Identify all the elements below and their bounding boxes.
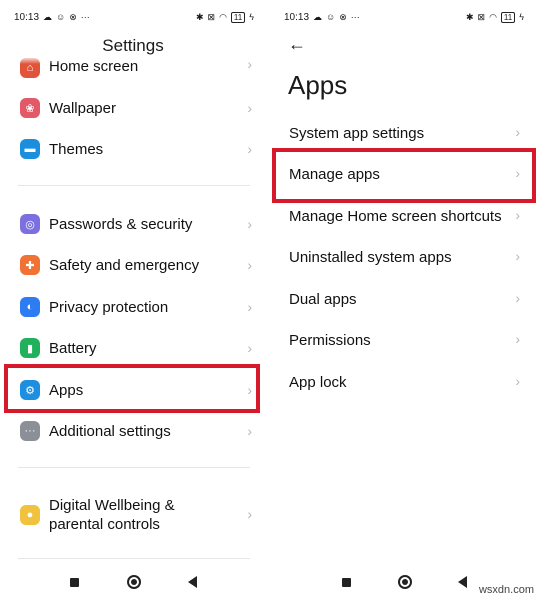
wifi-icon: ◠: [489, 11, 497, 22]
settings-item-label: Privacy protection: [49, 298, 169, 316]
clock: 10:13: [14, 11, 40, 23]
apps-item-label: System app settings: [289, 125, 425, 142]
settings-item-themes[interactable]: ▬ Themes ›: [0, 129, 266, 169]
chevron-right-icon: ›: [247, 506, 252, 522]
home-button[interactable]: [127, 575, 141, 589]
chevron-right-icon: ›: [247, 423, 252, 439]
highlight-box-manage-apps: [272, 148, 536, 203]
divider: [18, 558, 250, 559]
wellbeing-icon: ●: [20, 505, 40, 525]
charging-icon: ϟ: [249, 12, 254, 22]
settings-item-label: Safety and emergency: [49, 256, 200, 274]
settings-item-label: Themes: [49, 140, 104, 158]
settings-item-label: Wallpaper: [49, 99, 116, 117]
settings-item-label: Digital Wellbeing & parental controls: [49, 496, 175, 534]
charging-icon: ϟ: [519, 12, 524, 22]
wallpaper-icon: ❀: [20, 98, 40, 118]
chevron-right-icon: ›: [247, 299, 252, 315]
more-notifications-icon: ···: [80, 12, 90, 22]
settings-item-digital-wellbeing[interactable]: ● Digital Wellbeing & parental controls …: [0, 494, 266, 536]
chevron-right-icon: ›: [247, 216, 252, 232]
settings-item-additional-settings[interactable]: ··· Additional settings ›: [0, 411, 266, 451]
apps-item-label: Dual apps: [289, 291, 357, 308]
settings-item-passwords-security[interactable]: ◎ Passwords & security ›: [0, 204, 266, 244]
settings-item-privacy-protection[interactable]: ◐ Privacy protection ›: [0, 287, 266, 327]
back-button[interactable]: [458, 576, 467, 588]
back-button[interactable]: [188, 576, 197, 588]
clock: 10:13: [284, 11, 310, 23]
settings-screen: 10:13 ☁ ☺ ⊗ ··· ✱ ⊠ ◠ 11 ϟ Settings ⌂ Ho…: [0, 0, 266, 600]
apps-item-manage-home-screen-shortcuts[interactable]: Manage Home screen shortcuts ›: [270, 197, 536, 237]
settings-item-battery[interactable]: ▮ Battery ›: [0, 328, 266, 368]
settings-item-label: Additional settings: [49, 422, 171, 440]
home-dot-icon: [402, 579, 408, 585]
notification-icon: ☺: [326, 12, 336, 22]
settings-item-label: Battery: [49, 339, 97, 357]
back-arrow-icon[interactable]: ←: [288, 34, 306, 55]
bluetooth-icon: ✱: [195, 11, 204, 22]
settings-item-label-line2: parental controls: [49, 516, 160, 533]
apps-screen: 10:13 ☁ ☺ ⊗ ··· ✱ ⊠ ◠ 11 ϟ ← Apps System…: [270, 0, 536, 600]
apps-item-label: Uninstalled system apps: [289, 249, 452, 266]
chevron-right-icon: ›: [515, 124, 520, 140]
apps-item-dual-apps[interactable]: Dual apps ›: [270, 280, 536, 320]
no-sim-icon: ⊠: [207, 11, 216, 22]
battery-indicator: 11: [230, 11, 246, 23]
divider: [18, 467, 250, 468]
notification-icon: ⊗: [339, 11, 347, 22]
cloud-icon: ☁: [43, 11, 53, 22]
notification-icon: ⊗: [69, 11, 77, 22]
cloud-icon: ☁: [313, 11, 323, 22]
divider: [18, 185, 250, 186]
status-bar: 10:13 ☁ ☺ ⊗ ··· ✱ ⊠ ◠ 11 ϟ: [14, 8, 254, 26]
themes-icon: ▬: [20, 139, 40, 159]
apps-item-label: App lock: [289, 374, 347, 391]
chevron-right-icon: ›: [515, 290, 520, 306]
recents-button[interactable]: [70, 578, 79, 587]
battery-indicator: 11: [500, 11, 516, 23]
scroll-fade: [0, 56, 266, 64]
apps-item-app-lock[interactable]: App lock ›: [270, 363, 536, 403]
no-sim-icon: ⊠: [477, 11, 486, 22]
settings-item-safety-emergency[interactable]: ✚ Safety and emergency ›: [0, 245, 266, 285]
more-notifications-icon: ···: [350, 12, 360, 22]
emergency-icon: ✚: [20, 255, 40, 275]
chevron-right-icon: ›: [247, 100, 252, 116]
privacy-icon: ◐: [20, 297, 40, 317]
status-bar: 10:13 ☁ ☺ ⊗ ··· ✱ ⊠ ◠ 11 ϟ: [284, 8, 524, 26]
wifi-icon: ◠: [219, 11, 227, 22]
apps-item-label: Manage Home screen shortcuts: [289, 208, 502, 225]
chevron-right-icon: ›: [515, 331, 520, 347]
settings-item-home-screen[interactable]: ⌂ Home screen ›: [0, 48, 266, 82]
chevron-right-icon: ›: [247, 340, 252, 356]
chevron-right-icon: ›: [515, 373, 520, 389]
home-dot-icon: [131, 579, 137, 585]
settings-item-wallpaper[interactable]: ❀ Wallpaper ›: [0, 88, 266, 128]
apps-item-uninstalled-system-apps[interactable]: Uninstalled system apps ›: [270, 238, 536, 278]
fingerprint-icon: ◎: [20, 214, 40, 234]
home-button[interactable]: [398, 575, 412, 589]
chevron-right-icon: ›: [247, 141, 252, 157]
highlight-box-apps: [4, 364, 260, 413]
chevron-right-icon: ›: [247, 257, 252, 273]
apps-item-label: Permissions: [289, 332, 371, 349]
chevron-right-icon: ›: [515, 207, 520, 223]
settings-item-label: Passwords & security: [49, 215, 193, 233]
apps-item-permissions[interactable]: Permissions ›: [270, 321, 536, 361]
settings-item-label-line1: Digital Wellbeing &: [49, 497, 175, 514]
bluetooth-icon: ✱: [465, 11, 474, 22]
notification-icon: ☺: [56, 12, 66, 22]
battery-icon: ▮: [20, 338, 40, 358]
watermark-text: wsxdn.com: [478, 584, 534, 596]
page-title: Apps: [288, 70, 348, 100]
additional-settings-icon: ···: [20, 421, 40, 441]
chevron-right-icon: ›: [515, 248, 520, 264]
recents-button[interactable]: [342, 578, 351, 587]
navigation-bar: [0, 564, 266, 600]
